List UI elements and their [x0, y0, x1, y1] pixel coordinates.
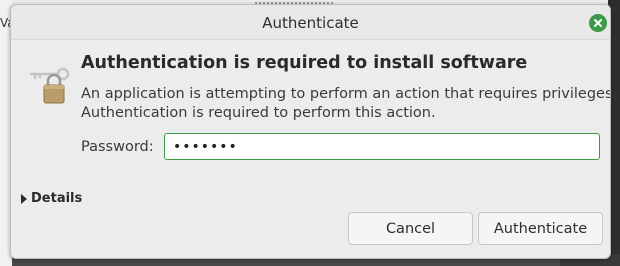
dialog-title: Authenticate [262, 14, 359, 32]
close-button[interactable] [589, 14, 607, 32]
close-icon [594, 19, 602, 27]
dialog-titlebar[interactable]: Authenticate [11, 5, 610, 40]
details-label: Details [31, 191, 83, 206]
lock-key-icon [29, 67, 70, 104]
description-line: An application is attempting to perform … [81, 86, 611, 102]
authenticate-dialog: Authenticate Authentication is required … [10, 4, 611, 259]
password-label: Password: [81, 139, 154, 155]
details-expander[interactable]: Details [21, 191, 82, 206]
authenticate-button[interactable]: Authenticate [478, 212, 603, 245]
disclosure-triangle-icon [21, 193, 27, 204]
dialog-description: An application is attempting to perform … [81, 85, 611, 123]
password-field[interactable] [164, 133, 600, 160]
dialog-heading: Authentication is required to install so… [81, 53, 528, 73]
cancel-button[interactable]: Cancel [348, 212, 473, 245]
description-line: Authentication is required to perform th… [81, 105, 436, 121]
